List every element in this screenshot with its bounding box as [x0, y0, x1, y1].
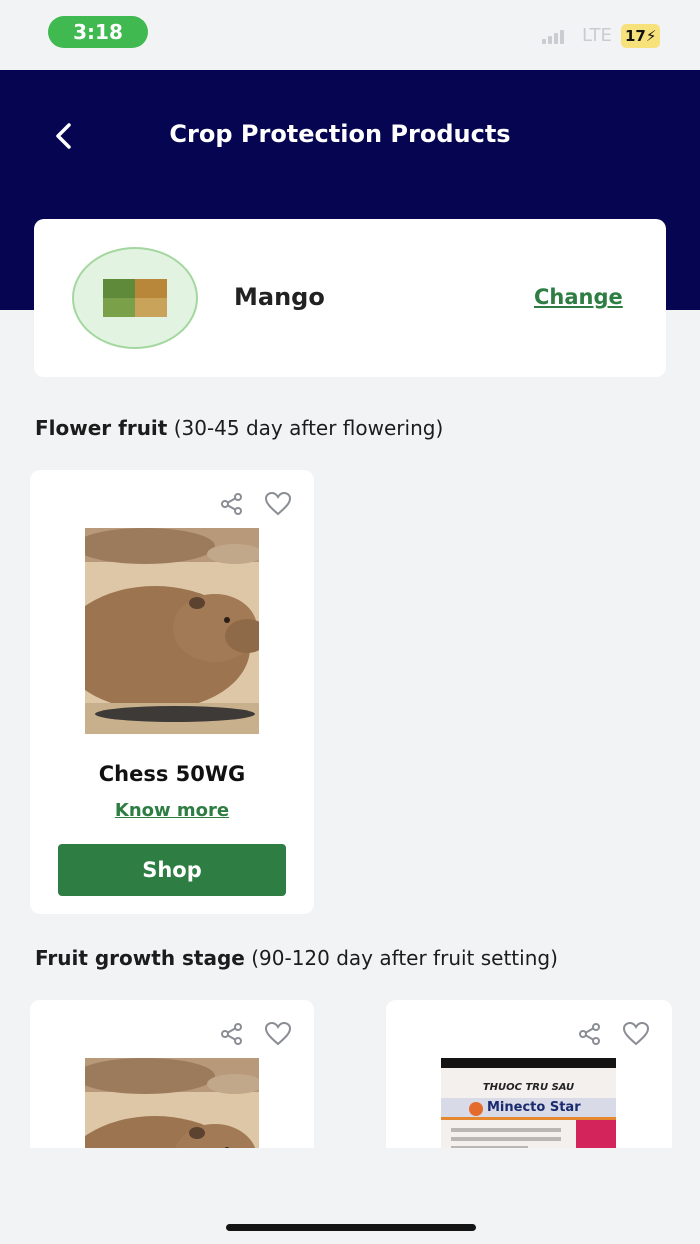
shop-button[interactable]: Shop [58, 844, 286, 896]
section-stage-name: Flower fruit [35, 416, 168, 440]
selected-crop-card: Mango Change [34, 219, 666, 377]
share-icon[interactable] [576, 1020, 604, 1048]
section-stage-range: (90-120 day after fruit setting) [244, 946, 558, 970]
product-card[interactable]: Chess 50WG Know more Shop [30, 470, 314, 914]
package-brand: Minecto Star [487, 1100, 581, 1115]
change-crop-link[interactable]: Change [534, 285, 623, 309]
share-icon[interactable] [218, 1020, 246, 1048]
status-bar: 3:18 LTE 17⚡ [0, 0, 700, 70]
section-stage-range: (30-45 day after flowering) [167, 416, 444, 440]
heart-icon[interactable] [264, 490, 292, 518]
mango-image [103, 279, 167, 317]
share-icon[interactable] [218, 490, 246, 518]
battery-icon: 17⚡ [621, 24, 661, 48]
section-stage-name: Fruit growth stage [35, 946, 245, 970]
product-image [85, 528, 259, 734]
section-title-fruit-growth: Fruit growth stage (90-120 day after fru… [35, 946, 558, 970]
package-heading: THUOC TRU SAU [482, 1082, 575, 1093]
product-name: Chess 50WG [98, 762, 246, 786]
heart-icon[interactable] [622, 1020, 650, 1048]
know-more-link[interactable]: Know more [30, 800, 314, 821]
network-label: LTE [582, 25, 612, 46]
section-title-flower-fruit: Flower fruit (30-45 day after flowering) [35, 416, 443, 440]
status-time: 3:18 [48, 16, 148, 48]
heart-icon[interactable] [264, 1020, 292, 1048]
crop-name: Mango [234, 283, 325, 311]
crop-avatar [72, 247, 198, 349]
signal-icon [542, 30, 564, 44]
battery-level: 17 [625, 27, 646, 45]
page-title: Crop Protection Products [169, 120, 511, 148]
home-indicator[interactable] [226, 1224, 476, 1231]
bottom-area [0, 1148, 700, 1244]
